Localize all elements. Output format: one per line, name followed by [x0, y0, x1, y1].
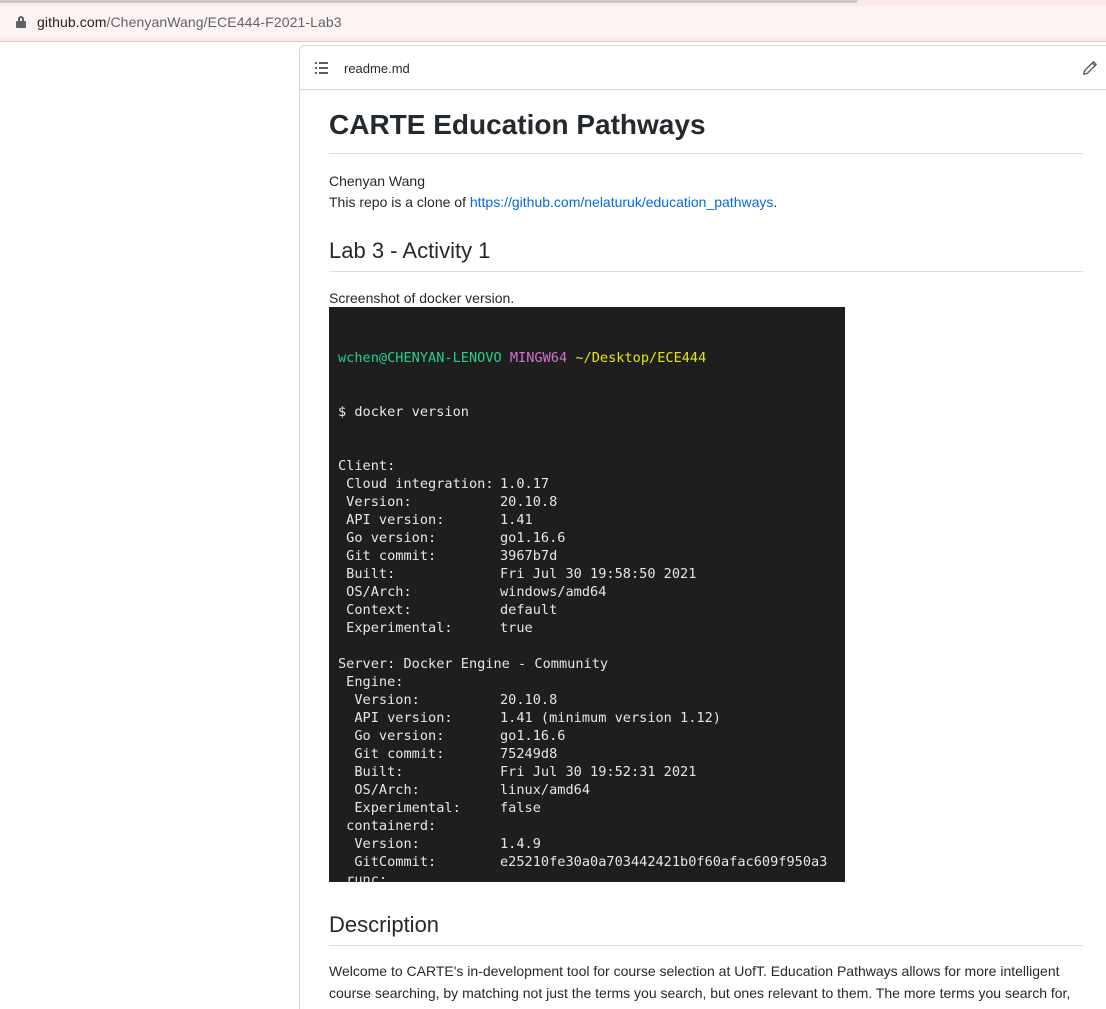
- clone-line: This repo is a clone of https://github.c…: [329, 192, 1083, 213]
- terminal-value: Fri Jul 30 19:58:50 2021: [500, 566, 697, 582]
- terminal-key: Go version:: [338, 530, 437, 546]
- terminal-value: go1.16.6: [500, 530, 566, 546]
- terminal-key: OS/Arch:: [338, 584, 412, 600]
- author-line: Chenyan Wang: [329, 173, 425, 189]
- terminal-command: $ docker version: [338, 404, 469, 420]
- terminal-key: API version:: [338, 710, 453, 726]
- terminal-value: windows/amd64: [500, 584, 607, 600]
- terminal-key: containerd:: [338, 818, 437, 834]
- terminal-value: false: [500, 800, 541, 816]
- terminal-value: default: [500, 602, 558, 618]
- terminal-line: OS/Arch: linux/amd64: [338, 781, 845, 799]
- clone-source-link[interactable]: https://github.com/nelaturuk/education_p…: [470, 194, 774, 210]
- prompt-user: wchen@CHENYAN-LENOVO: [338, 350, 502, 366]
- terminal-line: Server: Docker Engine - Community: [338, 655, 845, 673]
- clone-suffix: .: [773, 194, 778, 210]
- pencil-edit-icon[interactable]: [1082, 60, 1098, 76]
- terminal-key: Cloud integration:: [338, 476, 494, 492]
- terminal-line: API version: 1.41 (minimum version 1.12): [338, 709, 845, 727]
- terminal-value: e25210fe30a0a703442421b0f60afac609f950a3: [500, 854, 828, 870]
- terminal-key: Version:: [338, 494, 412, 510]
- terminal-line: Built: Fri Jul 30 19:58:50 2021: [338, 565, 845, 583]
- terminal-line: Experimental: false: [338, 799, 845, 817]
- terminal-value: 1.41: [500, 512, 533, 528]
- terminal-key: Client:: [338, 458, 396, 474]
- lab3-activity1-heading: Lab 3 - Activity 1: [329, 236, 1083, 272]
- terminal-value: Fri Jul 30 19:52:31 2021: [500, 764, 697, 780]
- prompt-path: ~/Desktop/ECE444: [575, 350, 707, 366]
- tab-strip-edge: [0, 0, 858, 3]
- terminal-line: Go version: go1.16.6: [338, 727, 845, 745]
- terminal-line: Git commit: 75249d8: [338, 745, 845, 763]
- address-bar[interactable]: github.com/ChenyanWang/ECE444-F2021-Lab3: [0, 6, 1106, 38]
- table-of-contents-icon[interactable]: [315, 62, 329, 74]
- terminal-line: Version: 20.10.8: [338, 493, 845, 511]
- description-heading: Description: [329, 910, 1083, 946]
- readme-panel: readme.md CARTE Education Pathways Cheny…: [299, 45, 1106, 1009]
- terminal-prompt: wchen@CHENYAN-LENOVO MINGW64 ~/Desktop/E…: [338, 349, 845, 367]
- terminal-line: runc:: [338, 871, 845, 882]
- terminal-value: go1.16.6: [500, 728, 566, 744]
- screenshot-caption: Screenshot of docker version.: [329, 290, 515, 306]
- terminal-key: Version:: [338, 836, 420, 852]
- terminal-output: Client: Cloud integration: 1.0.17 Version…: [338, 457, 845, 882]
- terminal-line: Experimental: true: [338, 619, 845, 637]
- address-url[interactable]: github.com/ChenyanWang/ECE444-F2021-Lab3: [37, 14, 342, 30]
- terminal-value: 1.0.17: [500, 476, 550, 492]
- terminal-line: Engine:: [338, 673, 845, 691]
- browser-toolbar: github.com/ChenyanWang/ECE444-F2021-Lab3: [0, 0, 1106, 42]
- terminal-value: 3967b7d: [500, 548, 558, 564]
- terminal-key: Experimental:: [338, 800, 461, 816]
- terminal-key: Git commit:: [338, 548, 437, 564]
- terminal-line: Version: 1.4.9: [338, 835, 845, 853]
- terminal-key: Git commit:: [338, 746, 445, 762]
- terminal-value: linux/amd64: [500, 782, 591, 798]
- description-text: Welcome to CARTE's in-development tool f…: [329, 963, 1071, 1009]
- terminal-line: Git commit: 3967b7d: [338, 547, 845, 565]
- terminal-key: Server: Docker Engine - Community: [338, 656, 609, 672]
- url-path: /ChenyanWang/ECE444-F2021-Lab3: [106, 14, 342, 30]
- terminal-key: Built:: [338, 764, 404, 780]
- readme-filename: readme.md: [344, 61, 410, 76]
- terminal-key: Go version:: [338, 728, 445, 744]
- terminal-line: OS/Arch: windows/amd64: [338, 583, 845, 601]
- terminal-key: Built:: [338, 566, 396, 582]
- terminal-key: GitCommit:: [338, 854, 437, 870]
- terminal-value: 1.4.9: [500, 836, 541, 852]
- terminal-line: Built: Fri Jul 30 19:52:31 2021: [338, 763, 845, 781]
- terminal-line: Version: 20.10.8: [338, 691, 845, 709]
- terminal-key: OS/Arch:: [338, 782, 420, 798]
- terminal-key: runc:: [338, 872, 388, 882]
- terminal-line: GitCommit: e25210fe30a0a703442421b0f60afa…: [338, 853, 845, 871]
- readme-body: CARTE Education Pathways Chenyan Wang Th…: [329, 106, 1083, 1009]
- terminal-value: 20.10.8: [500, 494, 558, 510]
- terminal-key: Engine:: [338, 674, 404, 690]
- readme-header: readme.md: [300, 46, 1106, 90]
- lock-icon[interactable]: [16, 16, 26, 28]
- url-host: github.com: [37, 14, 107, 30]
- readme-title: CARTE Education Pathways: [329, 106, 1083, 154]
- docker-version-screenshot: wchen@CHENYAN-LENOVO MINGW64 ~/Desktop/E…: [329, 307, 845, 882]
- terminal-key: API version:: [338, 512, 445, 528]
- terminal-line: Client:: [338, 457, 845, 475]
- terminal-key: Context:: [338, 602, 412, 618]
- prompt-env: MINGW64: [509, 350, 568, 366]
- terminal-line: API version: 1.41: [338, 511, 845, 529]
- terminal-value: 75249d8: [500, 746, 558, 762]
- terminal-line: Go version: go1.16.6: [338, 529, 845, 547]
- clone-prefix: This repo is a clone of: [329, 194, 470, 210]
- terminal-key: Version:: [338, 692, 420, 708]
- terminal-line: Context: default: [338, 601, 845, 619]
- terminal-value: true: [500, 620, 533, 636]
- terminal-line: Cloud integration: 1.0.17: [338, 475, 845, 493]
- terminal-line: containerd:: [338, 817, 845, 835]
- terminal-key: Experimental:: [338, 620, 453, 636]
- terminal-value: 1.41 (minimum version 1.12): [500, 710, 721, 726]
- terminal-value: 20.10.8: [500, 692, 558, 708]
